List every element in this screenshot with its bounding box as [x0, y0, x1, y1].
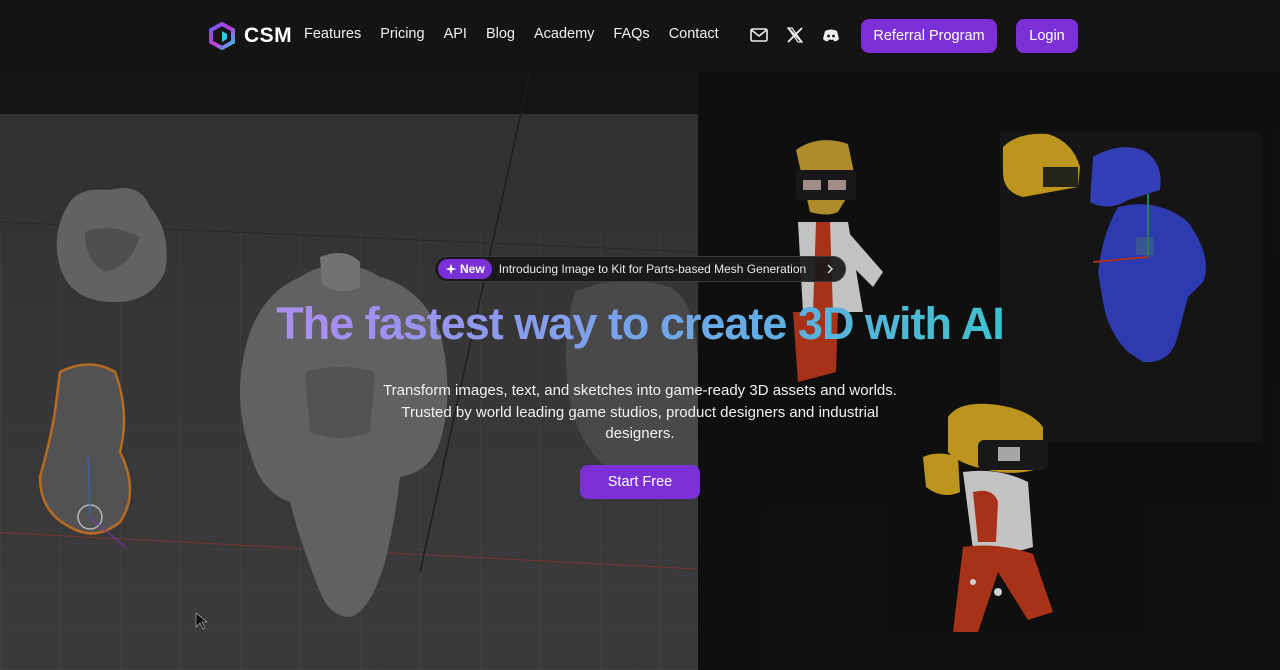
- nav-links: Features Pricing API Blog Academy FAQs C…: [304, 26, 719, 42]
- top-nav: CSM Features Pricing API Blog Academy FA…: [0, 0, 1280, 72]
- nav-link-api[interactable]: API: [444, 26, 467, 42]
- hero-dim-overlay: [0, 72, 1280, 670]
- start-free-button[interactable]: Start Free: [580, 465, 700, 499]
- nav-link-faqs[interactable]: FAQs: [613, 26, 649, 42]
- nav-link-contact[interactable]: Contact: [669, 26, 719, 42]
- mail-icon[interactable]: [748, 24, 770, 46]
- discord-icon[interactable]: [820, 24, 842, 46]
- nav-link-features[interactable]: Features: [304, 26, 361, 42]
- brand-logo[interactable]: CSM: [208, 22, 292, 50]
- nav-link-pricing[interactable]: Pricing: [380, 26, 424, 42]
- new-badge: New: [438, 259, 492, 279]
- hero-headline: The fastest way to create 3D with AI: [0, 298, 1280, 350]
- sparkle-icon: [445, 263, 457, 275]
- login-button[interactable]: Login: [1016, 19, 1078, 53]
- announcement-text: Introducing Image to Kit for Parts-based…: [498, 262, 807, 276]
- hero-subline: Transform images, text, and sketches int…: [383, 382, 897, 442]
- new-badge-label: New: [460, 262, 485, 276]
- chevron-right-icon: [827, 264, 834, 274]
- referral-program-button[interactable]: Referral Program: [861, 19, 997, 53]
- brand-name: CSM: [244, 24, 293, 47]
- social-icons: [748, 24, 842, 46]
- nav-link-blog[interactable]: Blog: [486, 26, 515, 42]
- announcement-pill[interactable]: New Introducing Image to Kit for Parts-b…: [434, 256, 846, 282]
- hero-section: New Introducing Image to Kit for Parts-b…: [0, 72, 1280, 670]
- nav-link-academy[interactable]: Academy: [534, 26, 594, 42]
- x-icon[interactable]: [784, 24, 806, 46]
- csm-logo-icon: [209, 22, 235, 50]
